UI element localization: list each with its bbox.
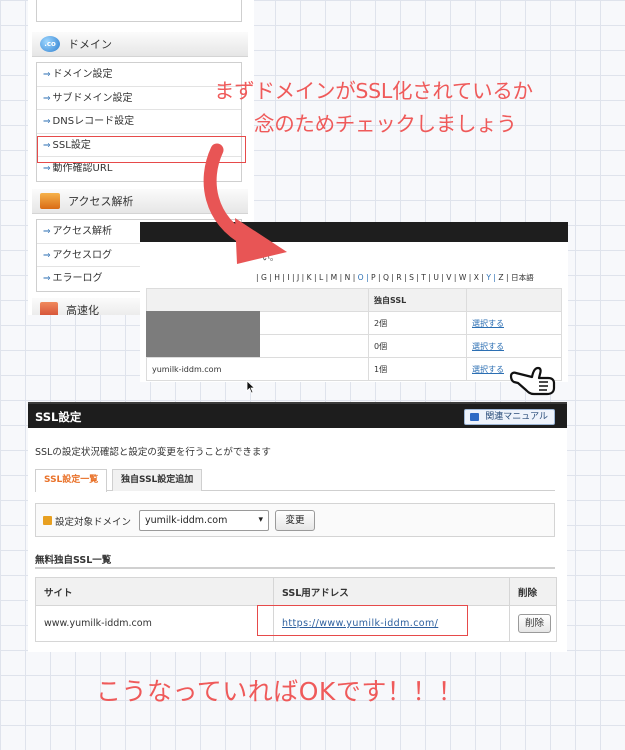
- alphabet-filter-k[interactable]: K |: [307, 273, 319, 282]
- alphabet-filter-japanese[interactable]: 日本語: [511, 273, 534, 282]
- menu-section-label: 高速化: [66, 304, 99, 315]
- target-domain-label: 設定対象ドメイン: [55, 517, 132, 528]
- delete-column-header: 削除: [509, 577, 557, 606]
- alphabet-filter-g[interactable]: | G |: [256, 273, 274, 282]
- select-domain-link[interactable]: 選択する: [466, 311, 562, 335]
- arrow-right-icon: ⇒: [43, 93, 51, 104]
- site-column-header: サイト: [35, 577, 274, 606]
- alphabet-filter-l[interactable]: L |: [319, 273, 331, 282]
- square-bullet-icon: [43, 516, 52, 525]
- book-icon: [470, 413, 480, 421]
- tab-add-custom-ssl[interactable]: 独自SSL設定追加: [112, 469, 203, 491]
- page-title: SSL設定: [35, 410, 82, 424]
- curved-arrow-icon: [203, 143, 287, 264]
- alphabet-filter-p[interactable]: P |: [371, 273, 383, 282]
- tab-ssl-list[interactable]: SSL設定一覧: [35, 469, 108, 492]
- ssl-settings-header: SSL設定 関連マニュアル: [28, 402, 567, 428]
- chevron-down-icon: ▾: [258, 515, 263, 525]
- action-column-header: [466, 288, 562, 312]
- arrow-right-icon: ⇒: [43, 274, 51, 284]
- alphabet-filter-v[interactable]: V |: [446, 273, 459, 282]
- alphabet-filter-r[interactable]: R |: [396, 273, 409, 282]
- menu-previous-group: [36, 0, 242, 22]
- ssl-count-cell: 0個: [368, 334, 467, 358]
- bar-chart-icon: [40, 193, 60, 209]
- alphabet-filter: | G | H | I | J | K | L | M | N | O | P …: [256, 272, 534, 283]
- arrow-right-icon: ⇒: [43, 117, 51, 127]
- site-cell: www.yumilk-iddm.com: [35, 605, 274, 642]
- alphabet-filter-x[interactable]: X |: [474, 273, 487, 282]
- alphabet-filter-j[interactable]: J |: [297, 273, 307, 282]
- alphabet-filter-n[interactable]: N |: [345, 273, 358, 282]
- table-header-row: 独自SSL: [146, 288, 562, 312]
- delete-button[interactable]: 削除: [518, 614, 552, 633]
- alphabet-filter-s[interactable]: S |: [409, 273, 421, 282]
- ssl-count-header: 独自SSL: [368, 288, 467, 312]
- alphabet-filter-q[interactable]: Q |: [383, 273, 396, 282]
- heading-divider: [35, 567, 555, 569]
- ssl-count-cell: 1個: [368, 357, 467, 381]
- ssl-tabs: SSL設定一覧 独自SSL設定追加: [35, 469, 555, 492]
- free-ssl-heading: 無料独自SSL一覧: [35, 555, 112, 566]
- alphabet-filter-w[interactable]: W |: [459, 273, 474, 282]
- arrow-right-icon: ⇒: [43, 227, 51, 237]
- related-manual-button[interactable]: 関連マニュアル: [464, 409, 555, 425]
- change-button[interactable]: 変更: [275, 510, 315, 531]
- globe-icon: .co: [40, 36, 60, 52]
- alphabet-filter-o[interactable]: O |: [358, 273, 371, 282]
- pointing-hand-icon: [509, 366, 556, 396]
- address-column-header: SSL用アドレス: [273, 577, 510, 606]
- ssl-address-highlight-box: [257, 605, 468, 636]
- menu-item-domain-settings[interactable]: ⇒ ドメイン設定: [37, 63, 241, 87]
- alphabet-filter-u[interactable]: U |: [433, 273, 446, 282]
- menu-item-subdomain-settings[interactable]: ⇒ サブドメイン設定: [37, 87, 241, 110]
- alphabet-filter-m[interactable]: M |: [331, 273, 345, 282]
- alphabet-filter-z[interactable]: Z |: [498, 273, 511, 282]
- menu-section-label: ドメイン: [68, 38, 112, 51]
- menu-section-label: アクセス解析: [68, 195, 134, 208]
- target-domain-form: 設定対象ドメイン yumilk-iddm.com ▾ 変更: [35, 503, 555, 537]
- domain-name-cell: yumilk-iddm.com: [146, 357, 369, 381]
- ssl-count-cell: 2個: [368, 311, 467, 335]
- alphabet-filter-y[interactable]: Y |: [486, 273, 498, 282]
- arrow-right-icon: ⇒: [43, 250, 51, 261]
- alphabet-filter-h[interactable]: H |: [274, 273, 287, 282]
- alphabet-filter-i[interactable]: I |: [287, 273, 297, 282]
- annotation-bottom: こうなっていればOKです！！！: [96, 677, 464, 706]
- arrow-right-icon: ⇒: [43, 70, 51, 80]
- select-domain-link[interactable]: 選択する: [466, 334, 562, 358]
- arrow-right-icon: ⇒: [43, 164, 51, 174]
- annotation-top-line-2: 念のためチェックしましょう: [254, 112, 517, 136]
- domain-column-header: [146, 288, 369, 312]
- alphabet-filter-t[interactable]: T |: [421, 273, 433, 282]
- table-header-row: サイト SSL用アドレス 削除: [35, 577, 557, 606]
- ssl-description: SSLの設定状況確認と設定の変更を行うことができます: [35, 447, 271, 458]
- domain-select[interactable]: yumilk-iddm.com ▾: [139, 510, 269, 531]
- menu-item-dns-settings[interactable]: ⇒ DNSレコード設定: [37, 110, 241, 134]
- menu-section-domain[interactable]: .co ドメイン: [32, 32, 248, 57]
- mouse-cursor-icon: [246, 380, 256, 394]
- speedup-icon: [40, 302, 58, 315]
- delete-cell: 削除: [509, 605, 557, 642]
- redacted-domains-block: [146, 311, 260, 357]
- annotation-top-line-1: まずドメインがSSL化されているか: [214, 79, 533, 103]
- table-row: yumilk-iddm.com 1個 選択する: [146, 357, 562, 381]
